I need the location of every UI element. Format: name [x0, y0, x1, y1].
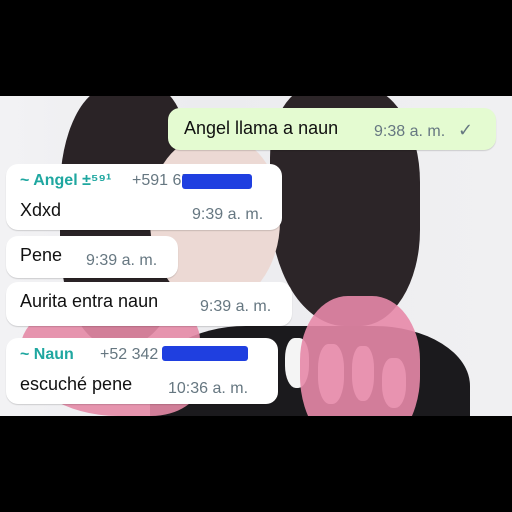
message-text: Angel llama a naun: [184, 118, 339, 138]
message-time: 9:39 a. m.: [86, 252, 158, 269]
message-text: escuché pene: [20, 374, 133, 394]
sender-name[interactable]: ~ Naun: [20, 346, 74, 364]
message-text: Xdxd: [20, 200, 62, 220]
incoming-message-bubble[interactable]: Pene 9:39 a. m.: [6, 236, 178, 278]
message-time: 10:36 a. m.: [168, 380, 249, 397]
sent-check-icon: ✓: [458, 120, 474, 140]
message-text: Pene: [20, 245, 63, 265]
pink-hair-right: [300, 296, 420, 416]
message-time: 9:39 a. m.: [200, 298, 272, 315]
message-time: 9:39 a. m.: [192, 206, 264, 223]
outgoing-message-bubble[interactable]: Angel llama a naun 9:38 a. m. ✓: [168, 108, 496, 150]
message-time: 9:38 a. m.: [374, 123, 446, 140]
incoming-message-bubble[interactable]: ~ Angel ±⁵⁹¹ +591 65 1365 Xdxd 9:39 a. m…: [6, 164, 282, 230]
message-text: Aurita entra naun: [20, 291, 159, 311]
incoming-message-bubble[interactable]: ~ Naun +52 342 4 escuché pene 10:36 a. m…: [6, 338, 278, 404]
redaction-mark: [182, 174, 252, 189]
sender-phone: +52 342 4: [100, 346, 172, 363]
sender-name[interactable]: ~ Angel ±⁵⁹¹: [20, 172, 111, 190]
redaction-mark: [162, 346, 248, 361]
incoming-message-bubble[interactable]: Aurita entra naun 9:39 a. m.: [6, 282, 292, 326]
